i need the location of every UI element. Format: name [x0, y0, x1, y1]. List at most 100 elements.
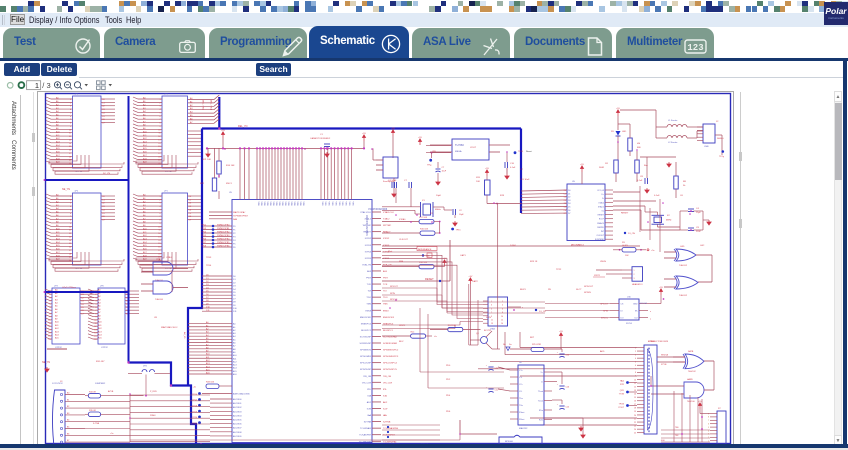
svg-text:B2: B2	[67, 406, 69, 408]
svg-text:JP4: JP4	[143, 366, 148, 368]
svg-text:B0: B0	[67, 393, 69, 395]
svg-text:TDO: TDO	[366, 297, 371, 299]
svg-text:6: 6	[635, 365, 636, 367]
svg-text:VDD: VDD	[278, 202, 280, 207]
svg-text:R16 10K: R16 10K	[420, 229, 429, 231]
svg-text:TTOB: TTOB	[619, 394, 625, 396]
svg-text:T1in: T1in	[519, 398, 523, 400]
svg-text:12: 12	[48, 326, 50, 328]
svg-text:A14: A14	[98, 334, 103, 337]
svg-text:6: 6	[70, 116, 71, 118]
svg-text:D4: D4	[233, 289, 236, 291]
svg-text:PWT: PWT	[366, 278, 372, 280]
svg-text:R23 1K: R23 1K	[530, 261, 538, 263]
svg-text:3: 3	[70, 106, 71, 108]
svg-text:ADCIN02: ADCIN02	[233, 406, 242, 409]
svg-text:9: 9	[491, 316, 492, 318]
svg-text:6: 6	[502, 308, 503, 310]
svg-text:OL: OL	[601, 211, 604, 213]
svg-text:10: 10	[158, 129, 160, 131]
svg-text:JOYSTICK: JOYSTICK	[52, 383, 63, 385]
svg-text:TCK: TCK	[367, 284, 372, 286]
svg-text:DMACK: DMACK	[597, 222, 605, 225]
svg-text:VDD: VDD	[299, 202, 301, 207]
svg-text:VDD: VDD	[266, 202, 268, 207]
svg-text:RESET: RESET	[621, 213, 629, 215]
svg-text:PWM1/OPB0: PWM1/OPB0	[217, 224, 230, 226]
svg-text:SPICLK/0PC4: SPICLK/0PC4	[383, 363, 398, 365]
svg-text:10pF: 10pF	[436, 195, 442, 197]
svg-text:SPISIMO/0PC2: SPISIMO/0PC2	[383, 350, 399, 352]
svg-text:C3: C3	[564, 200, 566, 202]
svg-text:P2: P2	[233, 233, 236, 235]
svg-text:D1: D1	[233, 279, 236, 281]
svg-text:13: 13	[69, 139, 71, 141]
svg-text:IOP02: IOP02	[383, 238, 390, 240]
svg-text:6: 6	[708, 424, 709, 426]
svg-text:17: 17	[158, 250, 160, 252]
svg-text:C0: C0	[564, 190, 566, 192]
svg-text:VSS: VSS	[334, 202, 336, 207]
svg-text:5: 5	[70, 209, 71, 211]
svg-text:+: +	[486, 365, 488, 367]
svg-text:SZYNB: SZYNB	[383, 422, 391, 424]
svg-text:L1 Ferrite: L1 Ferrite	[668, 119, 678, 122]
svg-text:BIO/0PC1: BIO/0PC1	[361, 330, 372, 332]
svg-text:EVA_YN: EVA_YN	[383, 263, 392, 266]
svg-text:5: 5	[95, 304, 96, 306]
svg-text:T2out: T2out	[538, 400, 544, 403]
svg-text:93C56: 93C56	[626, 323, 633, 325]
svg-text:TP03: TP03	[206, 257, 212, 259]
svg-text:3: 3	[634, 278, 635, 280]
svg-text:A12: A12	[55, 327, 60, 330]
svg-text:RA6: RA6	[233, 218, 238, 221]
svg-text:SPICLK/0P: SPICLK/0P	[360, 363, 372, 365]
svg-text:10: 10	[501, 316, 503, 318]
svg-text:ICW: ICW	[383, 409, 388, 411]
svg-text:ADCIN04: ADCIN04	[233, 414, 242, 417]
svg-text:VSS: VSS	[338, 202, 340, 207]
svg-text:R14 10K: R14 10K	[226, 165, 235, 167]
svg-text:D-: D-	[602, 198, 604, 200]
svg-text:XINT1: XINT1	[594, 275, 601, 277]
svg-text:A3: A3	[98, 298, 101, 301]
svg-text:PD2: PD2	[446, 379, 451, 381]
svg-text:BP5006: BP5006	[505, 441, 514, 443]
svg-text:8: 8	[635, 372, 636, 374]
svg-text:6: 6	[70, 213, 71, 215]
svg-text:D1_1N: D1_1N	[539, 311, 546, 313]
svg-text:A7: A7	[233, 345, 236, 348]
svg-text:CLKOUT: CLKOUT	[399, 239, 409, 241]
svg-text:R25 470R: R25 470R	[532, 344, 542, 346]
svg-text:SCIRXD/0PA1: SCIRXD/0PA1	[383, 342, 398, 345]
svg-text:U7P32: U7P32	[101, 347, 108, 349]
svg-text:JTAG: JTAG	[490, 328, 496, 331]
svg-text:24: 24	[634, 429, 636, 431]
svg-text:SPISTE/0PC5: SPISTE/0PC5	[383, 369, 398, 371]
svg-text:U5: U5	[572, 181, 576, 183]
svg-text:8: 8	[70, 123, 71, 125]
svg-text:C15: C15	[566, 407, 571, 409]
svg-text:TMS: TMS	[366, 304, 371, 306]
svg-text:U9: U9	[154, 317, 158, 319]
svg-text:A8: A8	[98, 314, 101, 317]
svg-text:VSS: VSS	[331, 202, 333, 207]
svg-text:16: 16	[634, 401, 636, 403]
svg-text:22: 22	[634, 422, 636, 424]
svg-text:SPISOMI/0PC3: SPISOMI/0PC3	[383, 356, 399, 358]
svg-text:1: 1	[70, 196, 71, 198]
svg-text:WPTMC: WPTMC	[383, 225, 392, 227]
svg-text:A3: A3	[233, 332, 236, 335]
svg-text:3: 3	[159, 203, 160, 205]
svg-text:VDD: VDD	[302, 202, 304, 207]
svg-text:EMU1/OFF: EMU1/OFF	[383, 317, 395, 319]
svg-text:A10: A10	[98, 321, 103, 324]
svg-text:R22: R22	[200, 183, 205, 185]
svg-text:A12: A12	[233, 360, 237, 363]
svg-text:U4C: U4C	[700, 245, 705, 247]
svg-text:P1: P1	[233, 230, 236, 232]
svg-text:7: 7	[70, 216, 71, 218]
svg-text:XTAL2: XTAL2	[383, 218, 390, 221]
svg-text:HS: HS	[637, 143, 641, 145]
svg-text:8: 8	[95, 313, 96, 315]
